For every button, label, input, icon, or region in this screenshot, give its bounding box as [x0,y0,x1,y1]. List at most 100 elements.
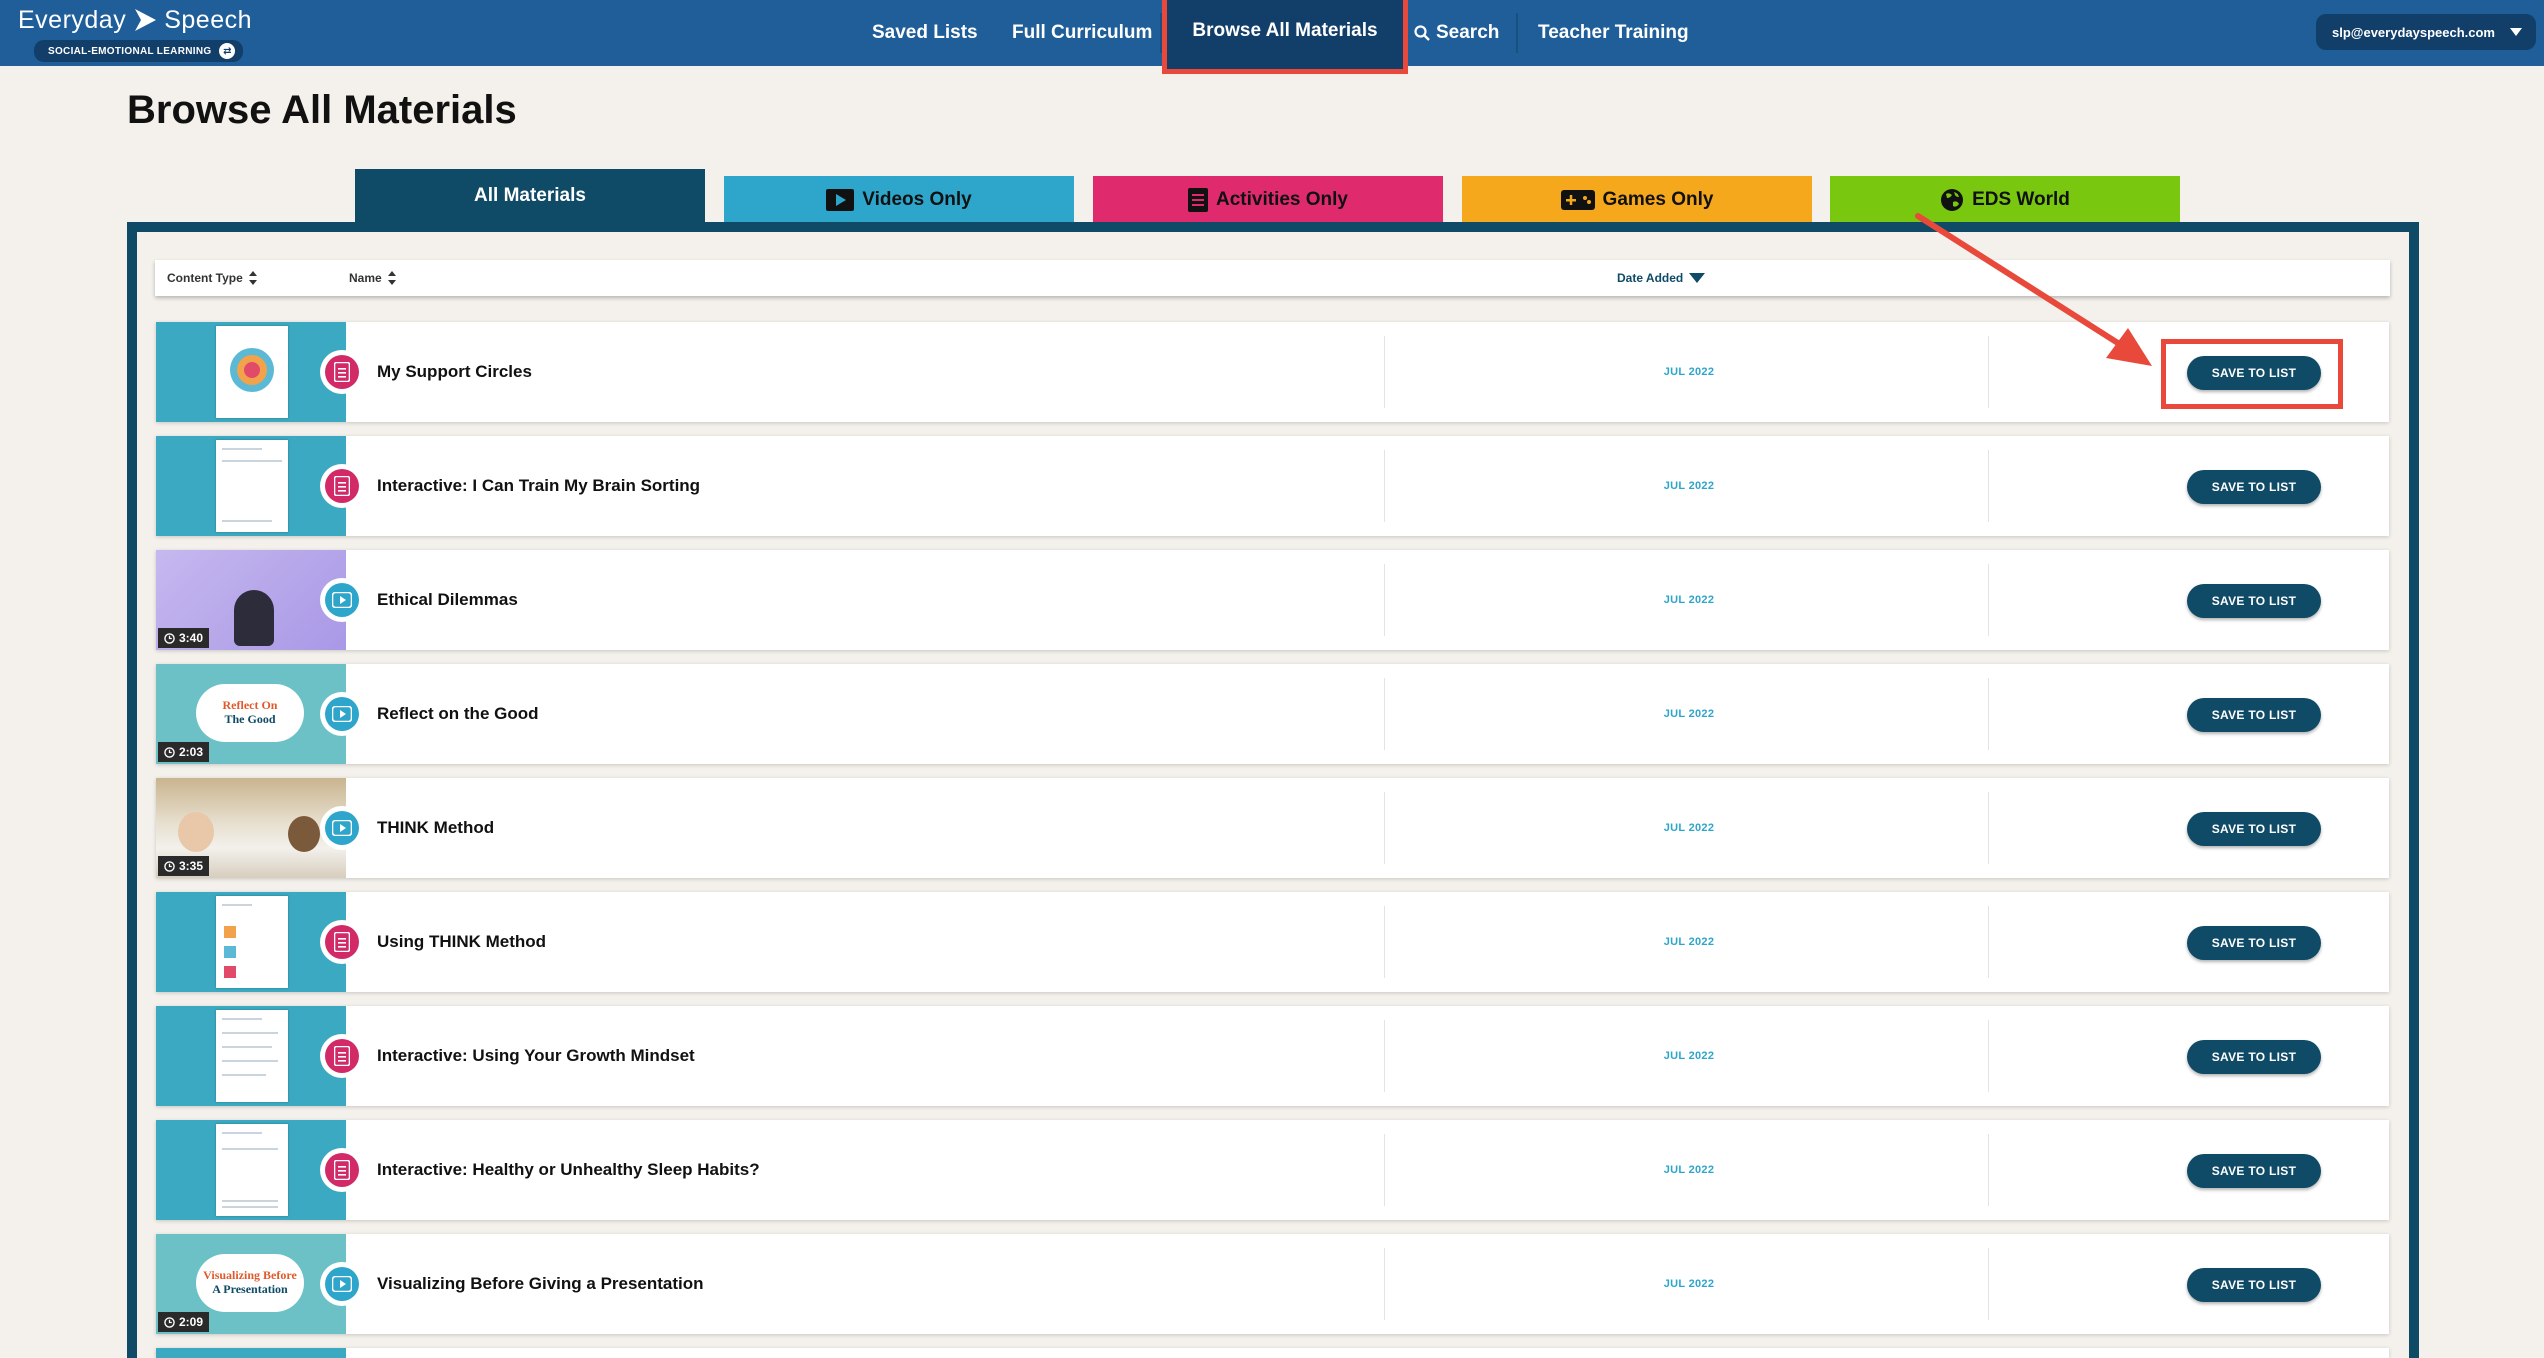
video-duration-text: 2:09 [179,1315,204,1329]
nav-saved-lists[interactable]: Saved Lists [872,0,978,66]
column-divider [1988,792,1989,864]
sort-name[interactable]: Name [349,260,396,296]
tab-videos-only[interactable]: Videos Only [724,176,1074,224]
material-title[interactable]: Using THINK Method [377,892,546,992]
material-row[interactable]: Interactive: Healthy or Unhealthy Sleep … [156,1120,2389,1220]
material-title[interactable]: Interactive: Using Your Growth Mindset [377,1006,695,1106]
tab-all-materials-label: All Materials [474,185,586,206]
top-navigation: Everyday Speech SOCIAL-EMOTIONAL LEARNIN… [0,0,2544,74]
account-menu[interactable]: slp@everydayspeech.com [2316,14,2536,50]
nav-browse-all-materials[interactable]: Browse All Materials [1162,0,1408,74]
material-thumbnail[interactable]: 3:40 [156,550,346,650]
material-title[interactable]: THINK Method [377,778,494,878]
column-divider [1384,792,1385,864]
material-row[interactable]: My Support Circles JUL 2022 SAVE TO LIST [156,322,2389,422]
save-to-list-button[interactable]: SAVE TO LIST [2187,584,2321,618]
tab-games-only-label: Games Only [1602,189,1714,210]
caret-down-icon [1689,273,1706,283]
save-to-list-button[interactable]: SAVE TO LIST [2187,926,2321,960]
date-added: JUL 2022 [1663,480,1715,492]
sort-date-added[interactable]: Date Added [1617,260,1706,296]
save-to-list-button[interactable]: SAVE TO LIST [2187,1154,2321,1188]
material-row[interactable]: Interactive: I Can Train My Brain Sortin… [156,436,2389,536]
document-icon [334,476,350,496]
globe-icon [1941,189,1964,211]
activity-type-badge [322,1036,362,1076]
nav-teacher-training[interactable]: Teacher Training [1538,0,1689,66]
everyday-speech-logo[interactable]: Everyday Speech SOCIAL-EMOTIONAL LEARNIN… [18,4,258,64]
material-row[interactable] [156,1348,2389,1358]
thumbnail-cloud: Reflect On The Good [196,684,304,742]
save-to-list-button[interactable]: SAVE TO LIST [2187,356,2321,390]
column-divider [1988,1248,1989,1320]
worksheet-preview [216,896,288,988]
material-title[interactable]: Reflect on the Good [377,664,539,764]
material-row[interactable]: Reflect On The Good 2:03 Reflect on the … [156,664,2389,764]
video-duration-text: 3:35 [179,859,204,873]
material-title[interactable]: Interactive: Healthy or Unhealthy Sleep … [377,1120,760,1220]
tab-all-materials[interactable]: All Materials [355,169,705,223]
save-to-list-button[interactable]: SAVE TO LIST [2187,1040,2321,1074]
tab-eds-world-label: EDS World [1972,189,2070,210]
clock-icon [164,632,175,644]
document-icon [334,362,350,382]
material-title[interactable]: Interactive: I Can Train My Brain Sortin… [377,436,700,536]
sort-icon [387,271,396,285]
column-divider [1384,450,1385,522]
material-row[interactable]: Visualizing Before A Presentation 2:09 V… [156,1234,2389,1334]
thumbnail-text-line-2: A Presentation [212,1282,288,1296]
tab-games-only[interactable]: Games Only [1462,176,1812,224]
material-title[interactable]: My Support Circles [377,322,532,422]
material-thumbnail[interactable] [156,1348,346,1358]
material-title[interactable]: Ethical Dilemmas [377,550,518,650]
save-to-list-button[interactable]: SAVE TO LIST [2187,698,2321,732]
document-icon [1188,188,1208,212]
video-duration: 2:03 [158,742,210,762]
date-added-header: Date Added [1617,271,1684,285]
sort-content-type[interactable]: Content Type [167,260,257,296]
date-added: JUL 2022 [1663,1278,1715,1290]
date-added: JUL 2022 [1663,1050,1715,1062]
clock-icon [164,860,175,872]
material-thumbnail[interactable]: Visualizing Before A Presentation 2:09 [156,1234,346,1334]
switch-icon: ⇄ [219,43,236,59]
material-row[interactable]: Interactive: Using Your Growth Mindset J… [156,1006,2389,1106]
date-added: JUL 2022 [1663,594,1715,606]
video-type-badge [322,694,362,734]
material-row[interactable]: Using THINK Method JUL 2022 SAVE TO LIST [156,892,2389,992]
material-thumbnail[interactable] [156,322,346,422]
thumbnail-cloud: Visualizing Before A Presentation [196,1254,304,1312]
video-type-badge [322,808,362,848]
chevron-down-icon [2510,28,2522,36]
material-thumbnail[interactable]: 3:35 [156,778,346,878]
material-row[interactable]: 3:35 THINK Method JUL 2022 SAVE TO LIST [156,778,2389,878]
logo-word-speech: Speech [164,5,253,34]
save-to-list-button[interactable]: SAVE TO LIST [2187,812,2321,846]
material-thumbnail[interactable] [156,892,346,992]
list-header: Content Type Name Date Added [155,260,2390,296]
column-divider [1384,906,1385,978]
material-thumbnail[interactable] [156,1120,346,1220]
tab-videos-only-label: Videos Only [862,189,972,210]
save-to-list-button[interactable]: SAVE TO LIST [2187,1268,2321,1302]
material-thumbnail[interactable] [156,1006,346,1106]
logo-word-everyday: Everyday [18,5,127,34]
video-duration: 2:09 [158,1312,210,1332]
nav-separator [1516,13,1518,53]
nav-search[interactable]: Search [1414,0,1499,66]
video-icon [826,189,855,211]
worksheet-preview [216,326,288,418]
material-title[interactable]: Visualizing Before Giving a Presentation [377,1234,704,1334]
document-icon [334,932,350,952]
sel-badge[interactable]: SOCIAL-EMOTIONAL LEARNING ⇄ [34,40,244,62]
save-to-list-button[interactable]: SAVE TO LIST [2187,470,2321,504]
nav-full-curriculum[interactable]: Full Curriculum [1012,0,1152,66]
material-thumbnail[interactable] [156,436,346,536]
tab-eds-world[interactable]: EDS World [1830,176,2180,224]
tab-activities-only[interactable]: Activities Only [1093,176,1443,224]
material-thumbnail[interactable]: Reflect On The Good 2:03 [156,664,346,764]
thumbnail-text-line-1: Visualizing Before [203,1268,297,1282]
thumbnail-figure [178,812,214,852]
column-divider [1988,678,1989,750]
material-row[interactable]: 3:40 Ethical Dilemmas JUL 2022 SAVE TO L… [156,550,2389,650]
